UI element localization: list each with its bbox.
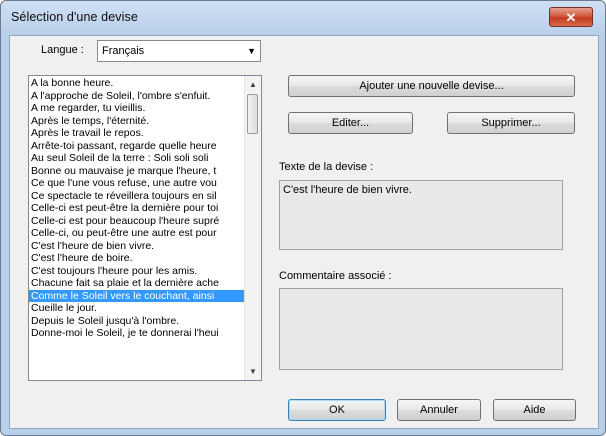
language-label: Langue : — [41, 44, 84, 56]
scroll-up-icon[interactable]: ▲ — [245, 76, 261, 93]
edit-button[interactable]: Editer... — [288, 112, 413, 134]
close-button[interactable]: ✕ — [549, 7, 593, 27]
list-item[interactable]: A me regarder, tu vieillis. — [29, 102, 245, 115]
comment-label: Commentaire associé : — [279, 270, 392, 282]
list-item[interactable]: C'est l'heure de bien vivre. — [29, 240, 245, 253]
list-item[interactable]: Ce que l'une vous refuse, une autre vou — [29, 177, 245, 190]
list-item[interactable]: Depuis le Soleil jusqu'à l'ombre. — [29, 315, 245, 328]
add-motto-button[interactable]: Ajouter une nouvelle devise... — [288, 75, 575, 97]
delete-button[interactable]: Supprimer... — [447, 112, 575, 134]
window-title: Sélection d'une devise — [11, 10, 138, 24]
cancel-button[interactable]: Annuler — [397, 399, 481, 421]
list-item[interactable]: Au seul Soleil de la terre : Soli soli s… — [29, 152, 245, 165]
list-item[interactable]: A la bonne heure. — [29, 77, 245, 90]
help-button[interactable]: Aide — [493, 399, 576, 421]
motto-list-scrollbar[interactable]: ▲ ▼ — [244, 76, 261, 380]
list-item[interactable]: A l'approche de Soleil, l'ombre s'enfuit… — [29, 90, 245, 103]
close-icon: ✕ — [565, 10, 577, 25]
list-item[interactable]: C'est l'heure de boire. — [29, 252, 245, 265]
list-item[interactable]: Après le temps, l'éternité. — [29, 115, 245, 128]
list-item[interactable]: Comme le Soleil vers le couchant, ainsi — [29, 289, 245, 302]
motto-list-items: A la bonne heure. A l'approche de Soleil,… — [29, 77, 245, 340]
list-item[interactable]: C'est toujours l'heure pour les amis. — [29, 265, 245, 278]
list-item[interactable]: Après le travail le repos. — [29, 127, 245, 140]
list-item[interactable]: Ce spectacle te réveillera toujours en s… — [29, 190, 245, 203]
language-select[interactable]: Français ▼ — [97, 40, 261, 62]
language-select-value: Français — [102, 45, 145, 57]
scroll-thumb[interactable] — [247, 94, 258, 134]
list-item[interactable]: Donne-moi le Soleil, je te donnerai l'he… — [29, 327, 245, 340]
list-item[interactable]: Celle-ci est pour beaucoup l'heure supré — [29, 215, 245, 228]
ok-button[interactable]: OK — [288, 399, 386, 421]
list-item[interactable]: Chacune fait sa plaie et la dernière ach… — [29, 277, 245, 290]
list-item[interactable]: Celle-ci, ou peut-être une autre est pou… — [29, 227, 245, 240]
motto-list[interactable]: A la bonne heure. A l'approche de Soleil,… — [28, 75, 262, 381]
list-item[interactable]: Arrête-toi passant, regarde quelle heure — [29, 140, 245, 153]
list-item[interactable]: Bonne ou mauvaise je marque l'heure, t — [29, 165, 245, 178]
chevron-down-icon: ▼ — [247, 46, 256, 56]
comment-field[interactable] — [279, 288, 563, 370]
list-item[interactable]: Cueille le jour. — [29, 302, 245, 315]
motto-text-field[interactable]: C'est l'heure de bien vivre. — [279, 180, 563, 250]
list-item[interactable]: Celle-ci est peut-être la dernière pour … — [29, 202, 245, 215]
title-bar[interactable]: Sélection d'une devise ✕ — [1, 1, 605, 35]
motto-text-label: Texte de la devise : — [279, 161, 374, 173]
scroll-down-icon[interactable]: ▼ — [245, 363, 261, 380]
